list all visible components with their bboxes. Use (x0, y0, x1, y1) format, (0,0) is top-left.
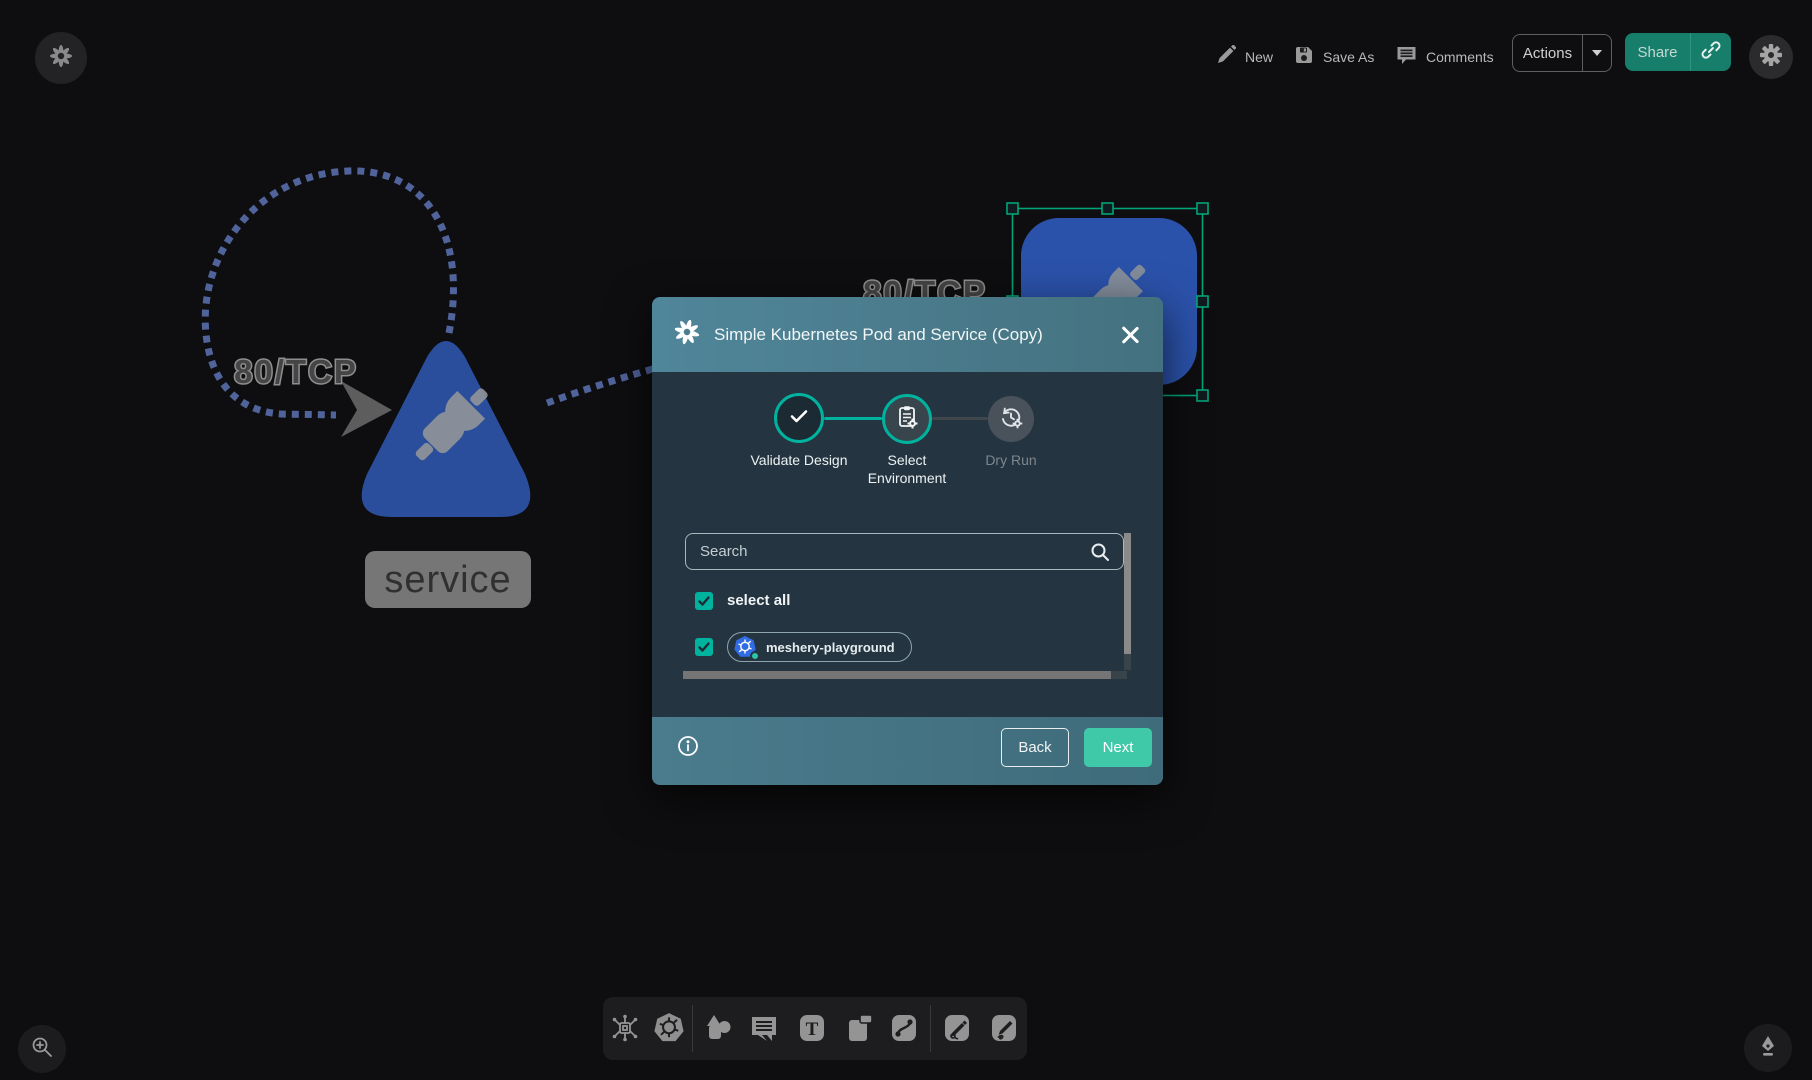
comment-icon[interactable] (747, 1011, 781, 1045)
environment-checkbox[interactable] (695, 638, 713, 656)
component-browser-icon[interactable] (608, 1011, 642, 1045)
service-node-label: service (384, 559, 511, 601)
step-select-environment[interactable] (882, 394, 932, 444)
toolbar-divider (692, 1005, 693, 1052)
shapes-icon[interactable] (701, 1011, 735, 1045)
svg-text:T: T (806, 1019, 819, 1040)
pen-tool-icon[interactable] (940, 1011, 974, 1045)
pen-mode-button[interactable] (1744, 1024, 1792, 1072)
vertical-scrollbar-track (1124, 533, 1131, 670)
meshery-logo-icon (674, 319, 700, 350)
share-button[interactable]: Share (1625, 33, 1731, 71)
caret-down-icon (1592, 50, 1602, 56)
environment-search-box (685, 533, 1124, 570)
modal-body: Validate Design Select Environment Dry R… (652, 372, 1163, 717)
step-dry-run (988, 396, 1034, 442)
step-label-validate-design: Validate Design (744, 451, 854, 469)
actions-dropdown-label: Actions (1513, 45, 1582, 62)
select-all-checkbox[interactable] (695, 592, 713, 610)
modal-header: Simple Kubernetes Pod and Service (Copy) (652, 297, 1163, 372)
comments-button[interactable]: Comments (1396, 44, 1494, 70)
step-label-dry-run: Dry Run (956, 451, 1066, 469)
save-icon (1294, 45, 1314, 70)
new-button[interactable]: New (1216, 44, 1273, 70)
modal-footer: Back Next (652, 717, 1163, 785)
environment-chip-label: meshery-playground (766, 640, 895, 655)
settings-button[interactable] (1749, 35, 1793, 79)
edge-connector-icon[interactable] (887, 1011, 921, 1045)
kubernetes-icon (733, 635, 757, 659)
sketch-icon[interactable] (987, 1011, 1021, 1045)
meshery-logo-icon (49, 44, 73, 73)
meshery-design-canvas-app: 80/TCP 80/TCP service (0, 0, 1812, 1080)
save-as-button-label: Save As (1323, 49, 1374, 65)
fountain-pen-icon (1756, 1034, 1780, 1063)
edge-label-port: 80/TCP (234, 353, 358, 390)
text-tool-icon[interactable]: T (795, 1011, 829, 1045)
modal-title: Simple Kubernetes Pod and Service (Copy) (714, 325, 1105, 345)
environment-chip[interactable]: meshery-playground (727, 632, 912, 662)
horizontal-scrollbar-track (683, 671, 1127, 679)
step-connector-pending (932, 417, 988, 420)
deploy-design-modal: Simple Kubernetes Pod and Service (Copy) (652, 297, 1163, 785)
comments-button-label: Comments (1426, 49, 1494, 65)
share-button-label: Share (1625, 44, 1690, 61)
link-icon (1700, 39, 1722, 66)
check-icon (787, 404, 811, 433)
connection-status-dot (750, 651, 760, 661)
history-gear-icon (998, 404, 1024, 435)
step-validate-design[interactable] (774, 393, 824, 443)
meshery-logo-button[interactable] (35, 32, 87, 84)
pencil-icon (1216, 45, 1236, 70)
save-as-button[interactable]: Save As (1294, 44, 1374, 70)
toolbar-divider (930, 1005, 931, 1052)
horizontal-scrollbar-thumb[interactable] (683, 671, 1111, 679)
zoom-in-icon (30, 1035, 54, 1064)
new-button-label: New (1245, 49, 1273, 65)
vertical-scrollbar-thumb[interactable] (1124, 533, 1131, 654)
actions-dropdown[interactable]: Actions (1512, 34, 1612, 72)
zoom-in-button[interactable] (18, 1025, 66, 1073)
media-icon[interactable] (843, 1011, 877, 1045)
close-icon[interactable] (1119, 324, 1141, 346)
clipboard-gear-icon (894, 404, 920, 435)
kubernetes-icon[interactable] (652, 1011, 686, 1045)
search-icon[interactable] (1089, 541, 1123, 563)
back-button[interactable]: Back (1001, 728, 1069, 767)
next-button[interactable]: Next (1084, 728, 1152, 767)
search-input[interactable] (686, 543, 1089, 560)
copy-link-button[interactable] (1691, 39, 1731, 66)
info-icon[interactable] (677, 735, 699, 757)
comments-icon (1396, 45, 1417, 70)
actions-caret-button[interactable] (1583, 50, 1611, 56)
select-all-label: select all (727, 592, 790, 610)
gear-icon (1759, 43, 1783, 72)
step-connector-done (824, 417, 882, 420)
step-label-select-environment: Select Environment (852, 451, 962, 487)
